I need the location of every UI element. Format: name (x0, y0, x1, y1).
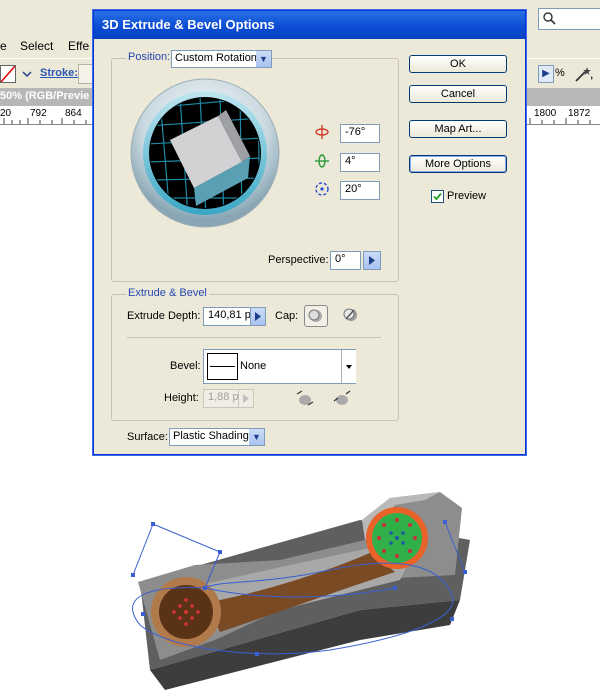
document-title: 50% (RGB/Previe (0, 90, 90, 102)
perspective-value: 0° (335, 253, 346, 265)
height-field[interactable]: 1,88 p (203, 389, 240, 408)
height-arrow-button[interactable] (238, 389, 254, 408)
x-rotation-value: -76° (345, 126, 366, 138)
chevron-down-icon: ▼ (256, 51, 271, 67)
map-art-button[interactable]: Map Art... (409, 120, 507, 138)
preview-label: Preview (447, 190, 487, 202)
extrude-bevel-title: Extrude & Bevel (126, 287, 209, 299)
x-rotation-field[interactable]: -76° (340, 124, 380, 143)
search-box[interactable] (538, 8, 600, 30)
preview-checkbox[interactable] (431, 190, 444, 203)
y-rotation-value: 4° (345, 155, 356, 167)
cap-on-icon[interactable] (304, 305, 328, 327)
height-label: Height: (164, 392, 199, 404)
stroke-weight-stepper[interactable] (78, 64, 94, 84)
cap-label: Cap: (275, 310, 299, 322)
menu-edit[interactable]: e (0, 39, 7, 53)
perspective-label: Perspective: (268, 254, 329, 266)
ok-button[interactable]: OK (409, 55, 507, 73)
cancel-button[interactable]: Cancel (409, 85, 507, 103)
bevel-value: None (240, 360, 267, 372)
surface-select[interactable]: Plastic Shading ▼ (169, 428, 265, 446)
bevel-select[interactable]: None (203, 349, 356, 384)
stroke-label[interactable]: Stroke: (40, 67, 78, 79)
cap-off-icon[interactable] (340, 305, 362, 325)
surface-value: Plastic Shading (173, 430, 249, 442)
search-icon (543, 12, 556, 25)
more-options-button[interactable]: More Options (409, 155, 507, 173)
dropdown-arrow-icon[interactable] (22, 69, 32, 79)
percent-sign: % (555, 67, 565, 79)
y-rotation-field[interactable]: 4° (340, 153, 380, 172)
x-axis-rotation-icon (314, 124, 330, 140)
surface-label: Surface: (127, 431, 168, 443)
opacity-arrow-button[interactable]: ▶ (538, 65, 554, 83)
stroke-color-swatch[interactable] (0, 65, 16, 83)
extrude-bevel-dialog: 3D Extrude & Bevel Options Position: Cus… (93, 10, 526, 455)
position-select[interactable]: Custom Rotation ▼ (171, 50, 272, 68)
bevel-in-icon[interactable] (331, 388, 353, 408)
dialog-titlebar[interactable]: 3D Extrude & Bevel Options (94, 11, 525, 39)
menu-effect[interactable]: Effe (68, 39, 89, 53)
menu-select[interactable]: Select (20, 39, 53, 53)
position-label: Position: (126, 51, 173, 63)
z-rotation-field[interactable]: 20° (340, 181, 380, 200)
rotation-track-cube[interactable] (130, 78, 280, 228)
z-axis-rotation-icon (314, 181, 330, 197)
extrude-depth-arrow-button[interactable] (250, 307, 266, 326)
bevel-out-icon[interactable] (294, 388, 316, 408)
extrude-depth-value: 140,81 p (208, 309, 251, 321)
bevel-label: Bevel: (170, 360, 201, 372)
extrude-depth-field[interactable]: 140,81 p (203, 307, 252, 326)
position-value: Custom Rotation (175, 52, 257, 64)
chevron-down-icon: ▼ (249, 429, 264, 445)
perspective-arrow-button[interactable] (363, 251, 381, 270)
section-divider (127, 337, 381, 338)
bevel-preview (207, 353, 238, 380)
y-axis-rotation-icon (314, 153, 330, 169)
height-value: 1,88 p (208, 391, 239, 403)
dialog-title: 3D Extrude & Bevel Options (102, 17, 275, 32)
extrude-depth-label: Extrude Depth: (127, 310, 201, 322)
canvas-artwork[interactable] (0, 450, 600, 700)
bevel-dropdown-arrow[interactable] (341, 350, 356, 383)
perspective-field[interactable]: 0° (330, 251, 361, 270)
magic-wand-icon[interactable] (572, 64, 594, 84)
z-rotation-value: 20° (345, 183, 362, 195)
